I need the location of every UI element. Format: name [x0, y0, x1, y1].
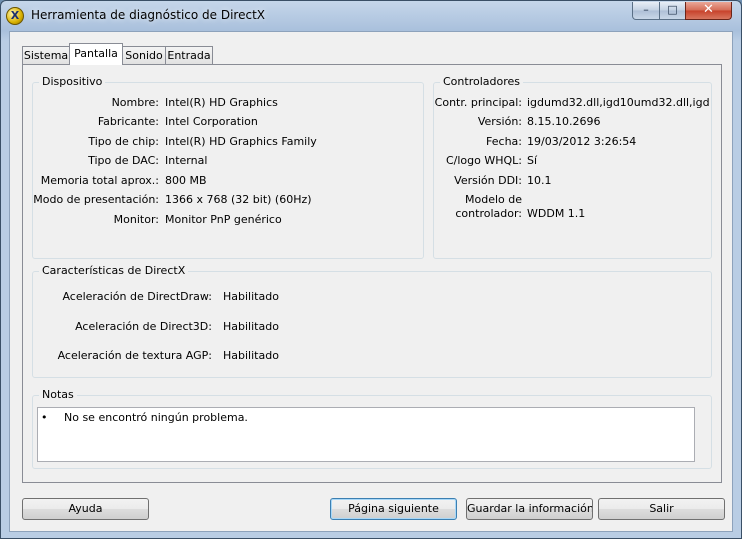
driver-whql-label: C/logo WHQL:: [445, 154, 522, 167]
device-dac-value: Internal: [165, 154, 208, 167]
device-row-monitor: Monitor: Monitor PnP genérico: [33, 213, 425, 227]
dialog-client-area: Sistema Pantalla Sonido Entrada Disposit…: [9, 31, 733, 532]
feature-row-directdraw: Aceleración de DirectDraw: Habilitado: [33, 290, 713, 304]
help-button[interactable]: Ayuda: [22, 498, 149, 520]
driver-model-value: WDDM 1.1: [527, 207, 586, 220]
device-group: Dispositivo Nombre: Intel(R) HD Graphics…: [32, 75, 425, 259]
device-name-label: Nombre:: [111, 96, 159, 109]
save-info-button[interactable]: Guardar la información...: [466, 498, 593, 520]
features-group-title: Características de DirectX: [39, 264, 189, 277]
notes-group-title: Notas: [39, 388, 77, 401]
display-tab-panel: Dispositivo Nombre: Intel(R) HD Graphics…: [22, 64, 722, 483]
agp-label: Aceleración de textura AGP:: [57, 349, 212, 362]
device-mode-value: 1366 x 768 (32 bit) (60Hz): [165, 193, 312, 206]
device-row-mode: Modo de presentación: 1366 x 768 (32 bit…: [33, 193, 425, 207]
device-row-memory: Memoria total aprox.: 800 MB: [33, 174, 425, 188]
title-bar[interactable]: X Herramienta de diagnóstico de DirectX …: [1, 1, 741, 31]
device-monitor-label: Monitor:: [113, 213, 159, 226]
minimize-button[interactable]: –: [632, 2, 660, 20]
device-monitor-value: Monitor PnP genérico: [165, 213, 282, 226]
close-button[interactable]: ✕: [685, 2, 732, 20]
driver-date-value: 19/03/2012 3:26:54: [527, 135, 637, 148]
device-manufacturer-label: Fabricante:: [97, 115, 159, 128]
driver-main-label: Contr. principal:: [434, 96, 522, 109]
driver-version-label: Versión:: [477, 115, 522, 128]
driver-version-value: 8.15.10.2696: [527, 115, 601, 128]
direct3d-value: Habilitado: [223, 320, 279, 333]
note-text: No se encontró ningún problema.: [64, 411, 248, 424]
dxdiag-window: X Herramienta de diagnóstico de DirectX …: [0, 0, 742, 539]
device-chip-label: Tipo de chip:: [88, 135, 159, 148]
maximize-button[interactable]: □: [659, 2, 686, 20]
directdraw-value: Habilitado: [223, 290, 279, 303]
device-mode-label: Modo de presentación:: [33, 193, 159, 206]
directx-features-group: Características de DirectX Aceleración d…: [32, 264, 713, 378]
driver-ddi-label: Versión DDI:: [454, 174, 522, 187]
next-page-button[interactable]: Página siguiente: [330, 498, 457, 520]
notes-group: Notas • No se encontró ningún problema.: [32, 388, 712, 469]
device-chip-value: Intel(R) HD Graphics Family: [165, 135, 317, 148]
drivers-group-title: Controladores: [440, 75, 523, 88]
agp-value: Habilitado: [223, 349, 279, 362]
driver-date-label: Fecha:: [486, 135, 522, 148]
driver-row-version: Versión: 8.15.10.2696: [434, 115, 713, 129]
driver-row-ddi: Versión DDI: 10.1: [434, 174, 713, 188]
feature-row-direct3d: Aceleración de Direct3D: Habilitado: [33, 320, 713, 334]
device-row-manufacturer: Fabricante: Intel Corporation: [33, 115, 425, 129]
driver-row-main: Contr. principal: igdumd32.dll,igd10umd3…: [434, 96, 713, 110]
directdraw-label: Aceleración de DirectDraw:: [62, 290, 212, 303]
driver-whql-value: Sí: [527, 154, 538, 167]
device-row-name: Nombre: Intel(R) HD Graphics: [33, 96, 425, 110]
driver-row-whql: C/logo WHQL: Sí: [434, 154, 713, 168]
bullet-icon: •: [41, 411, 48, 424]
tab-pantalla[interactable]: Pantalla: [69, 43, 123, 65]
device-dac-label: Tipo de DAC:: [88, 154, 159, 167]
driver-main-value: igdumd32.dll,igd10umd32.dll,igd10um: [527, 96, 709, 109]
tab-sistema[interactable]: Sistema: [22, 46, 70, 64]
device-row-dac: Tipo de DAC: Internal: [33, 154, 425, 168]
device-memory-value: 800 MB: [165, 174, 207, 187]
device-row-chip: Tipo de chip: Intel(R) HD Graphics Famil…: [33, 135, 425, 149]
drivers-group: Controladores Contr. principal: igdumd32…: [433, 75, 713, 259]
driver-model-label: Modelo de controlador:: [455, 193, 522, 220]
device-name-value: Intel(R) HD Graphics: [165, 96, 278, 109]
window-title: Herramienta de diagnóstico de DirectX: [31, 8, 265, 22]
direct3d-label: Aceleración de Direct3D:: [75, 320, 212, 333]
tab-entrada[interactable]: Entrada: [165, 46, 213, 64]
notes-textbox[interactable]: • No se encontró ningún problema.: [37, 407, 695, 462]
tab-sonido[interactable]: Sonido: [122, 46, 166, 64]
feature-row-agp: Aceleración de textura AGP: Habilitado: [33, 349, 713, 363]
exit-button[interactable]: Salir: [598, 498, 725, 520]
driver-row-date: Fecha: 19/03/2012 3:26:54: [434, 135, 713, 149]
driver-row-model: Modelo de controlador: WDDM 1.1: [434, 193, 713, 223]
driver-ddi-value: 10.1: [527, 174, 552, 187]
device-group-title: Dispositivo: [39, 75, 106, 88]
device-manufacturer-value: Intel Corporation: [165, 115, 258, 128]
device-memory-label: Memoria total aprox.:: [40, 174, 159, 187]
directx-app-icon: X: [6, 7, 24, 25]
